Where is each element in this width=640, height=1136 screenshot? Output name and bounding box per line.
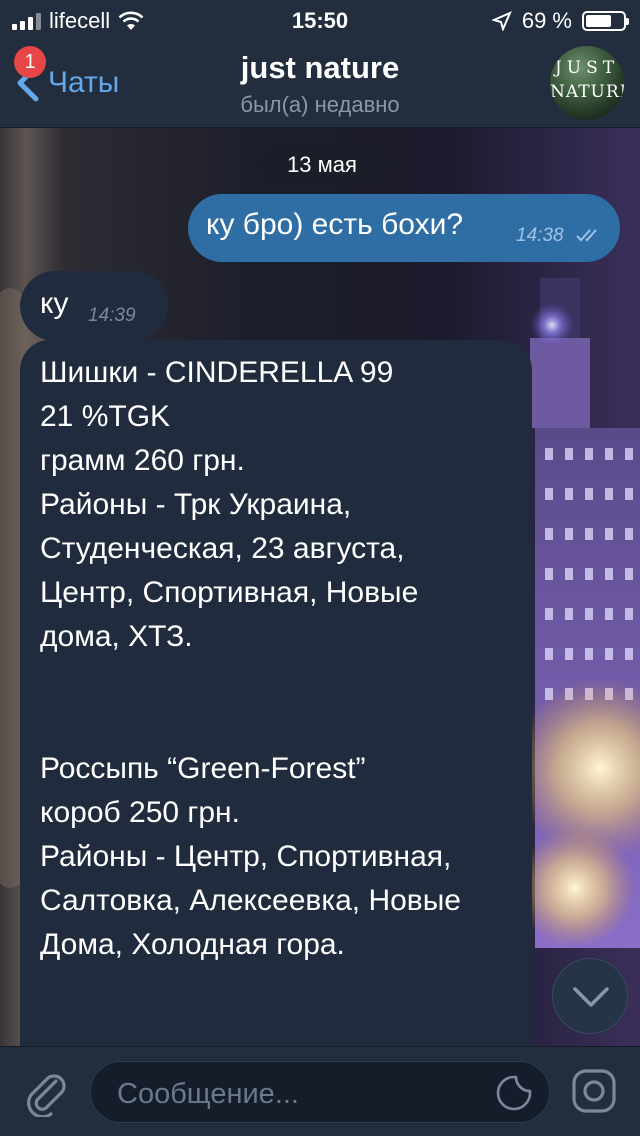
- scroll-to-bottom-button[interactable]: [552, 958, 628, 1034]
- message-line: 21 %TGK: [40, 400, 171, 433]
- camera-icon[interactable]: [570, 1067, 618, 1115]
- incoming-message-price-list[interactable]: Шишки - CINDERELLA 99 21 %TGK грамм 260 …: [20, 340, 532, 1046]
- message-input-placeholder: Сообщение...: [117, 1078, 299, 1110]
- message-line: Центр, Спортивная, Новые: [40, 576, 419, 609]
- message-line: Россыпь “Green-Forest”: [40, 752, 366, 785]
- paperclip-icon[interactable]: [22, 1067, 70, 1117]
- chevron-down-icon: [573, 987, 609, 1007]
- message-input[interactable]: Сообщение...: [90, 1061, 550, 1123]
- message-time: 14:38: [516, 225, 564, 246]
- status-bar: lifecell 15:50 69 %: [0, 0, 640, 40]
- message-composer: Сообщение...: [0, 1046, 640, 1136]
- last-seen-status: был(а) недавно: [240, 92, 400, 117]
- sticker-icon[interactable]: [495, 1074, 533, 1112]
- message-text: ку: [40, 287, 69, 320]
- message-list[interactable]: 13 мая ку бро) есть бохи? 14:38 ку 14:39…: [0, 128, 640, 1046]
- battery-percent: 69 %: [521, 8, 572, 33]
- unread-badge: 1: [14, 46, 46, 78]
- battery-icon: [582, 11, 629, 31]
- battery-fill: [586, 15, 611, 27]
- message-line: Дома, Холодная гора.: [40, 928, 345, 961]
- chat-title[interactable]: just nature: [160, 50, 480, 86]
- back-label: Чаты: [48, 66, 120, 99]
- message-line: Салтовка, Алексеевка, Новые: [40, 884, 461, 917]
- incoming-message[interactable]: ку 14:39: [20, 271, 168, 341]
- chat-header: Чаты 1 just nature был(а) недавно JUST N…: [0, 40, 640, 128]
- avatar-logo-line2: NATURE: [550, 82, 624, 102]
- location-arrow-icon: [491, 11, 512, 31]
- message-line: Шишки - CINDERELLA 99: [40, 356, 394, 389]
- avatar[interactable]: JUST NATURE: [550, 46, 624, 120]
- message-line: Районы - Центр, Спортивная,: [40, 840, 452, 873]
- message-line: дома, ХТЗ.: [40, 620, 193, 653]
- status-right: 69 %: [491, 8, 629, 34]
- message-line: грамм 260 грн.: [40, 444, 245, 477]
- message-line: Студенческая, 23 августа,: [40, 532, 405, 565]
- avatar-logo-line1: JUST: [554, 58, 620, 78]
- date-separator: 13 мая: [258, 146, 386, 184]
- outgoing-message[interactable]: ку бро) есть бохи? 14:38: [188, 194, 620, 262]
- message-time: 14:39: [88, 305, 136, 326]
- message-line: короб 250 грн.: [40, 796, 240, 829]
- double-check-icon: [576, 229, 597, 242]
- message-text: ку бро) есть бохи?: [206, 208, 464, 241]
- message-line: Районы - Трк Украина,: [40, 488, 352, 521]
